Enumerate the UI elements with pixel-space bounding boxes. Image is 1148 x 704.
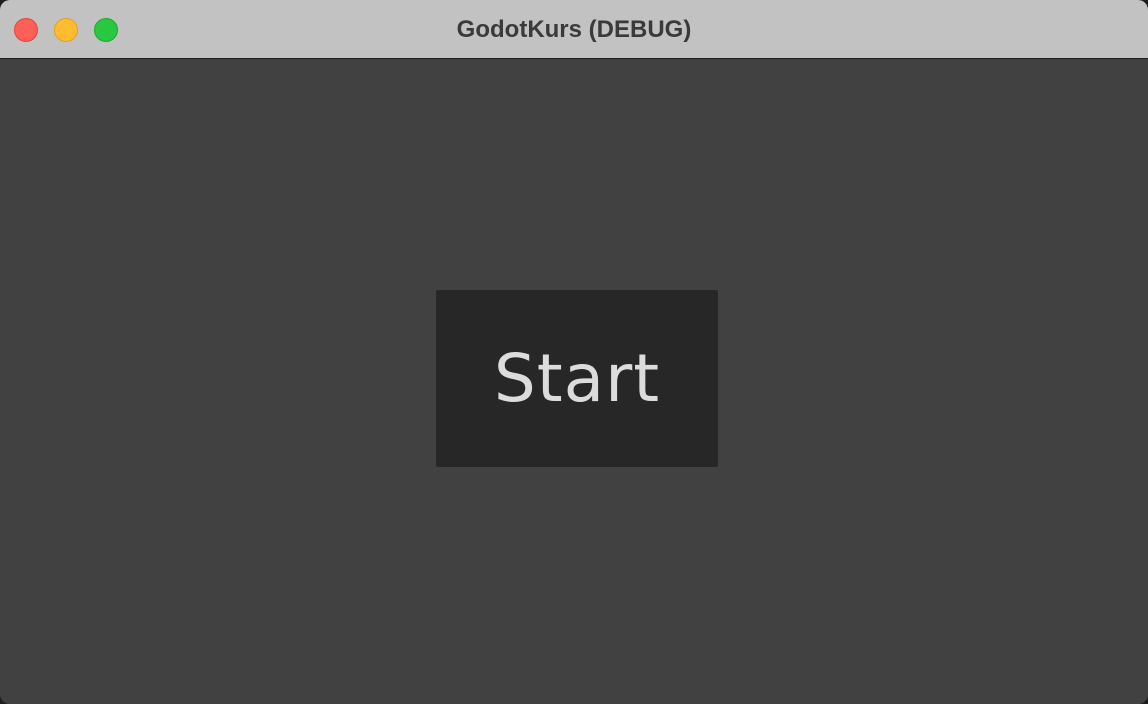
start-button-label: Start	[493, 340, 661, 417]
title-bar[interactable]: GodotKurs (DEBUG)	[0, 0, 1148, 59]
window-title: GodotKurs (DEBUG)	[456, 16, 692, 43]
start-button[interactable]: Start	[436, 290, 718, 467]
game-viewport: Start	[0, 59, 1148, 704]
app-window: GodotKurs (DEBUG) Start	[0, 0, 1148, 704]
